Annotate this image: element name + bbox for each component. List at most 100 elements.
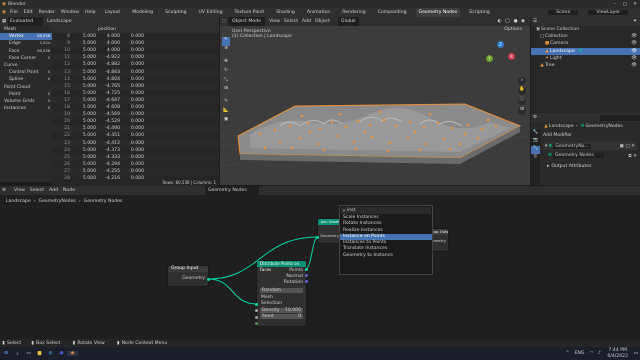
domain-face[interactable]: Face 80,536: [0, 48, 52, 55]
group-input-node[interactable]: Group Input Geometry: [168, 266, 210, 286]
visibility-eye-icon[interactable]: 👁: [631, 55, 640, 62]
tab-compositing[interactable]: Compositing: [375, 8, 410, 17]
view-layer-selector[interactable]: ViewLayer: [588, 10, 628, 15]
tab-rendering[interactable]: Rendering: [339, 8, 368, 17]
properties-icon[interactable]: ⚙: [531, 113, 539, 122]
blender-menu-icon[interactable]: ◉: [0, 10, 8, 15]
visibility-eye-icon[interactable]: 👁: [631, 40, 640, 47]
tab-animation[interactable]: Animation: [304, 8, 333, 17]
domain-spline[interactable]: Spline 0: [0, 76, 52, 83]
seed-input-socket[interactable]: [255, 322, 258, 325]
distribute-mode-dropdown[interactable]: Random: [260, 288, 303, 293]
chat-app-icon[interactable]: ◕: [56, 351, 67, 356]
outliner-item-tree[interactable]: ▲ Tree 👁: [531, 62, 640, 69]
landscape-object[interactable]: [220, 26, 530, 185]
visibility-eye-icon[interactable]: 👁: [631, 48, 640, 55]
output-attributes-toggle[interactable]: ▸ Output Attributes: [547, 163, 591, 170]
outliner-item-collection[interactable]: ▢ Collection 👁: [531, 33, 640, 40]
domain-volume-grids[interactable]: Volume Grids 0: [0, 98, 52, 105]
geometry-output-socket[interactable]: [207, 278, 210, 281]
node-group-actions[interactable]: ⧉ ✕: [628, 153, 637, 159]
points-output-socket[interactable]: [305, 268, 308, 271]
expand-icon[interactable]: ▸: [547, 164, 549, 169]
domain-vertex[interactable]: Vertex 80,536: [0, 33, 52, 41]
density-field[interactable]: Density 10.000: [260, 308, 303, 313]
outliner-item-light[interactable]: ✦ Light 👁: [531, 55, 640, 62]
outliner-item-camera[interactable]: ■ Camera 👁: [531, 40, 640, 47]
tab-layout[interactable]: Layout: [102, 8, 124, 17]
domain-curve[interactable]: Curve: [0, 62, 52, 69]
shading-buttons[interactable]: ◐ ◯ ● ◉: [497, 17, 530, 26]
properties-search-input[interactable]: [600, 114, 640, 121]
clock[interactable]: 7:44 PM 6/4/2022: [607, 348, 628, 359]
domain-face-corner[interactable]: Face Corner 0: [0, 55, 52, 62]
tab-shading[interactable]: Shading: [273, 8, 298, 17]
modifier-tab-icon[interactable]: 🔧: [531, 146, 540, 154]
render-tab-icon[interactable]: 📷: [531, 138, 540, 146]
transform-orientation[interactable]: Global: [337, 17, 359, 26]
notifications-icon[interactable]: ▭: [632, 351, 640, 356]
selection-input-socket[interactable]: [255, 309, 258, 312]
tab-modeling[interactable]: Modeling: [129, 8, 156, 17]
join-input-socket[interactable]: [316, 236, 319, 239]
evaluated-dropdown[interactable]: Evaluated: [8, 17, 43, 26]
wifi-icon[interactable]: ◠: [587, 351, 595, 356]
tool-tab-icon[interactable]: 🔧: [531, 130, 540, 138]
language-indicator[interactable]: ENG: [574, 351, 584, 356]
density-input-socket[interactable]: [255, 316, 258, 319]
scene-selector[interactable]: Scene: [548, 10, 579, 15]
browser-icon[interactable]: ◍: [45, 351, 56, 356]
normal-output-socket[interactable]: [305, 274, 308, 277]
mode-dropdown[interactable]: Object Mode: [228, 17, 265, 26]
seed-field[interactable]: Seed 0: [260, 314, 303, 319]
maximize-icon[interactable]: □: [620, 2, 630, 7]
editor-type-icon[interactable]: ⬚: [220, 17, 228, 26]
file-explorer-icon[interactable]: ▆: [34, 351, 45, 356]
search-result-geometry-to-instance[interactable]: Geometry to Instance: [340, 253, 432, 259]
physics-tab-icon[interactable]: ◎: [531, 154, 540, 162]
volume-icon[interactable]: ♪: [595, 351, 603, 356]
task-view-icon[interactable]: ▭: [23, 351, 34, 356]
viewport-menu-select[interactable]: Select: [284, 17, 298, 26]
minimize-icon[interactable]: –: [610, 2, 620, 7]
domain-instances[interactable]: Instances 0: [0, 105, 52, 112]
modifier-panel-header[interactable]: ▾ ⚙ GeometryNo... ▣ ▢ ✕: [543, 142, 637, 150]
distribute-points-node[interactable]: Distribute Points on Faces Points Normal…: [255, 261, 308, 326]
tab-uv-editing[interactable]: UV Editing: [196, 8, 226, 17]
tab-scripting[interactable]: Scripting: [466, 8, 492, 17]
node-search-input[interactable]: ⌕ inst: [341, 207, 431, 214]
domain-control-point[interactable]: Control Point 0: [0, 69, 52, 76]
viewport-menu-object[interactable]: Object: [315, 17, 330, 26]
tab-texture-paint[interactable]: Texture Paint: [232, 8, 268, 17]
tab-sculpting[interactable]: Sculpting: [162, 8, 189, 17]
domain-edge[interactable]: Edge 1,524: [0, 40, 52, 47]
node-editor[interactable]: ⚙ View Select Add Node Geometry Nodes La…: [0, 186, 640, 339]
taskbar-search-icon[interactable]: ⌕: [12, 351, 23, 357]
tray-chevron-icon[interactable]: ⌃: [563, 351, 571, 356]
menu-file[interactable]: File: [10, 10, 18, 15]
mesh-input-socket[interactable]: [255, 303, 258, 306]
outliner-filter-icon[interactable]: ⏷: [633, 17, 640, 26]
domain-point-cloud[interactable]: Point Cloud: [0, 84, 52, 91]
rotation-output-socket[interactable]: [305, 280, 308, 283]
domain-point[interactable]: Point 0: [0, 91, 52, 98]
outliner-scene-collection[interactable]: ▣ Scene Collection: [531, 26, 640, 33]
viewport-menu-add[interactable]: Add: [302, 17, 311, 26]
node-group-selector[interactable]: ⚙ Geometry Nodes ⧉ ✕: [547, 152, 637, 159]
visibility-eye-icon[interactable]: 👁: [631, 33, 640, 40]
add-modifier-button[interactable]: Add Modifier: [543, 132, 572, 139]
modifier-visibility-icons[interactable]: ▣ ▢ ✕: [620, 144, 637, 149]
menu-help[interactable]: Help: [85, 10, 95, 15]
spreadsheet-icon[interactable]: ▦: [0, 17, 8, 26]
outliner-icon[interactable]: ☰: [531, 17, 539, 26]
visibility-eye-icon[interactable]: 👁: [631, 62, 640, 69]
close-icon[interactable]: ✕: [630, 2, 640, 7]
menu-window[interactable]: Window: [61, 10, 79, 15]
start-menu-icon[interactable]: ⊞: [0, 351, 12, 356]
blender-taskbar-icon[interactable]: ◉: [67, 351, 78, 356]
3d-viewport[interactable]: ⬚ Object Mode View Select Add Object Glo…: [220, 17, 530, 185]
modifier-name-field[interactable]: GeometryNo...: [553, 143, 591, 149]
domain-mesh[interactable]: Mesh: [0, 26, 52, 33]
menu-render[interactable]: Render: [39, 10, 55, 15]
outliner-item-landscape[interactable]: ▲ Landscape ⚙ 👁: [531, 47, 640, 55]
